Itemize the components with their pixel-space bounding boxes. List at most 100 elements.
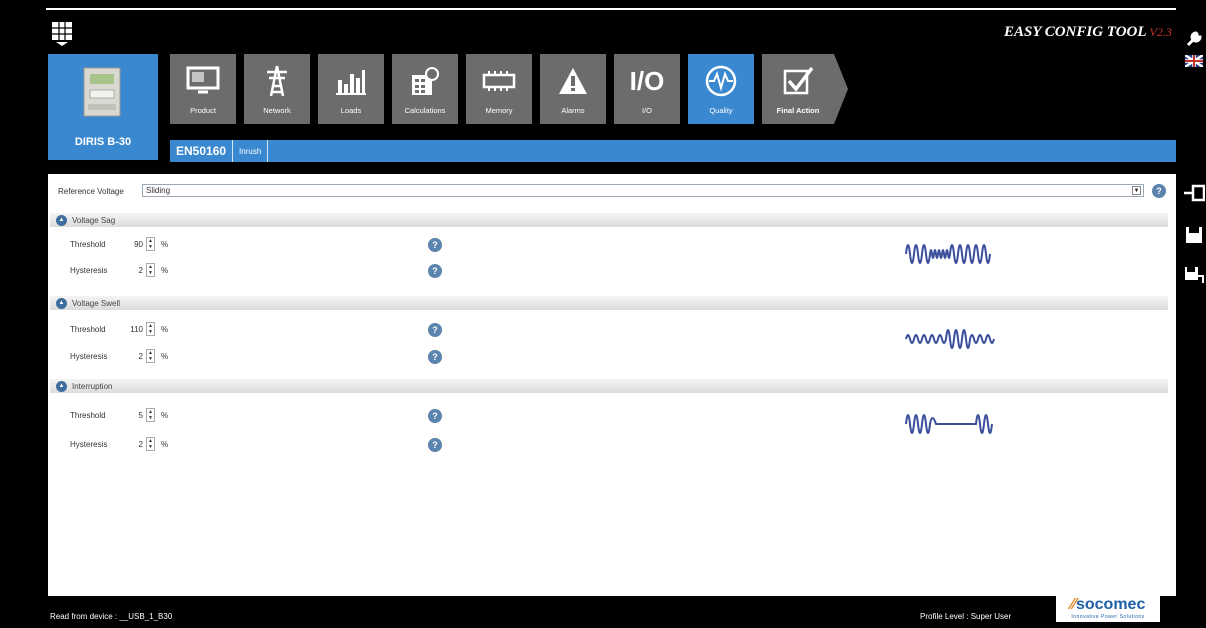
help-icon[interactable]: ? [428,238,442,252]
read-from-device-status: Read from device : __USB_1_B30 [50,612,173,621]
stepper-arrows-icon[interactable]: ▲ ▼ [146,437,155,451]
stepper-arrows-icon[interactable]: ▲ ▼ [146,349,155,363]
help-icon[interactable]: ? [428,409,442,423]
stepper-value[interactable]: 2 [118,352,146,361]
sag-threshold-field: Threshold 90 ▲ ▼ % [70,236,168,252]
stepper-arrows-icon[interactable]: ▲ ▼ [146,408,155,422]
unit-label: % [161,239,169,249]
unit-label: % [161,265,169,275]
unit-label: % [161,410,169,420]
stepper-value[interactable]: 2 [118,440,146,449]
sag-hysteresis-stepper[interactable]: 2 ▲ ▼ [118,263,155,277]
brand-tagline: Innovative Power Solutions [1071,614,1145,620]
unit-label: % [161,351,169,361]
collapse-icon[interactable]: ▲ [56,297,67,309]
tab-label: Product [190,106,216,115]
save-to-device-icon[interactable] [1183,264,1205,286]
section-title: Interruption [72,381,113,391]
sag-threshold-stepper[interactable]: 90 ▲ ▼ [118,237,155,251]
checkbox-icon [777,62,819,100]
app-version: V2.3 [1149,25,1172,39]
warning-triangle-icon [552,62,594,100]
stepper-value[interactable]: 2 [118,266,146,275]
tab-product[interactable]: Product [170,54,236,124]
swell-hysteresis-field: Hysteresis 2 ▲ ▼ % [70,348,168,364]
tab-label: Quality [709,106,733,115]
section-title: Voltage Swell [72,298,121,308]
stepper-value[interactable]: 5 [118,411,146,420]
section-title: Voltage Sag [72,215,116,225]
save-icon[interactable] [1183,224,1205,246]
tab-label: Final Action [776,106,820,115]
interruption-threshold-field: Threshold 5 ▲ ▼ % [70,407,168,423]
app-window: EASY CONFIG TOOL V2.3 DIRIS B-30 Product… [0,0,1206,628]
io-icon: I/O [629,65,665,96]
tab-label: Calculations [404,106,446,115]
sag-hysteresis-field: Hysteresis 2 ▲ ▼ % [70,262,168,278]
section-voltage-sag[interactable]: ▲ Voltage Sag [50,213,1168,227]
tab-label: I/O [641,106,652,115]
help-icon[interactable]: ? [428,264,442,278]
socomec-logo: ⁄⁄socomec Innovative Power Solutions [1056,596,1160,622]
stepper-arrows-icon[interactable]: ▲ ▼ [146,322,155,336]
tab-network[interactable]: Network [244,54,310,124]
tab-final-action[interactable]: Final Action [762,54,834,124]
tab-memory[interactable]: Memory [466,54,532,124]
brand-name: ⁄⁄socomec [1070,596,1146,613]
connect-device-icon[interactable] [1183,182,1205,204]
pylon-icon [256,62,298,100]
tab-alarms[interactable]: Alarms [540,54,606,124]
reference-voltage-select[interactable]: Sliding ▼ [142,184,1144,197]
help-icon[interactable]: ? [1152,184,1166,198]
interruption-hysteresis-stepper[interactable]: 2 ▲ ▼ [118,437,155,451]
profile-level-status: Profile Level : Super User [920,612,1012,621]
collapse-icon[interactable]: ▲ [56,380,67,392]
help-icon[interactable]: ? [428,350,442,364]
monitor-icon [182,62,224,100]
waveform-circle-icon [700,62,742,100]
app-title: EASY CONFIG TOOL V2.3 [1004,24,1172,41]
brand-name-text: socomec [1075,596,1146,613]
chevron-down-icon[interactable]: ▼ [1132,186,1141,195]
reference-voltage-label: Reference Voltage [58,186,124,196]
tab-label: Memory [485,106,513,115]
tab-quality[interactable]: Quality [688,54,754,124]
status-bar: Read from device : __USB_1_B30 Profile L… [48,596,1176,628]
tab-label: Alarms [561,106,585,115]
app-title-text: EASY CONFIG TOOL [1004,24,1147,40]
section-voltage-swell[interactable]: ▲ Voltage Swell [50,296,1168,310]
voltage-swell-waveform-icon [905,329,995,349]
field-label: Threshold [70,410,106,420]
device-panel[interactable]: DIRIS B-30 [48,54,158,160]
stepper-arrows-icon[interactable]: ▲ ▼ [146,237,155,251]
field-label: Hysteresis [70,265,108,275]
settings-wrench-icon[interactable] [1183,28,1205,50]
unit-label: % [161,324,169,334]
help-icon[interactable]: ? [428,323,442,337]
section-interruption[interactable]: ▲ Interruption [50,379,1168,393]
subtab-inrush[interactable]: Inrush [233,140,269,162]
help-icon[interactable]: ? [428,438,442,452]
swell-threshold-field: Threshold 110 ▲ ▼ % [70,321,168,337]
subtab-en50160[interactable]: EN50160 [170,140,234,162]
stepper-arrows-icon[interactable]: ▲ ▼ [146,263,155,277]
device-image [83,67,121,117]
field-label: Threshold [70,324,106,334]
interruption-threshold-stepper[interactable]: 5 ▲ ▼ [118,408,155,422]
reference-voltage-value: Sliding [146,186,171,195]
tab-io[interactable]: I/O I/O [614,54,680,124]
unit-label: % [161,439,169,449]
collapse-icon[interactable]: ▲ [56,214,67,226]
tab-calculations[interactable]: Calculations [392,54,458,124]
loads-chart-icon [330,62,372,100]
swell-threshold-stepper[interactable]: 110 ▲ ▼ [118,322,155,336]
stepper-value[interactable]: 90 [118,240,146,249]
tab-loads[interactable]: Loads [318,54,384,124]
stepper-value[interactable]: 110 [118,325,146,334]
sub-tab-bar: EN50160 Inrush [170,140,1176,162]
tab-label: Network [263,106,291,115]
language-flag-icon[interactable] [1183,54,1205,68]
swell-hysteresis-stepper[interactable]: 2 ▲ ▼ [118,349,155,363]
device-name: DIRIS B-30 [74,136,132,148]
calculator-icon [404,62,446,100]
